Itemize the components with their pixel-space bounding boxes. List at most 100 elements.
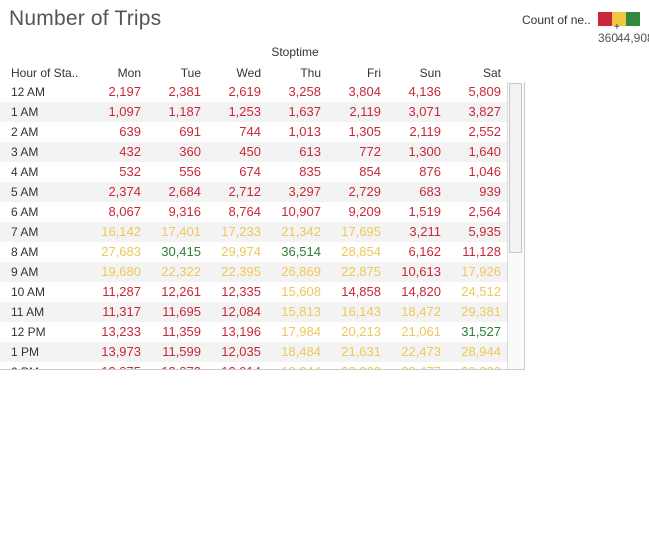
table-cell[interactable]: 10,613 bbox=[381, 264, 441, 279]
table-cell[interactable]: 28,944 bbox=[441, 344, 501, 359]
table-cell[interactable]: 20,213 bbox=[321, 324, 381, 339]
table-cell[interactable]: 556 bbox=[141, 164, 201, 179]
row-hour-label[interactable]: 1 AM bbox=[11, 105, 38, 119]
table-cell[interactable]: 5,809 bbox=[441, 84, 501, 99]
table-cell[interactable]: 1,305 bbox=[321, 124, 381, 139]
row-hour-label[interactable]: 8 AM bbox=[11, 245, 38, 259]
table-cell[interactable]: 10,907 bbox=[261, 204, 321, 219]
table-cell[interactable]: 2,564 bbox=[441, 204, 501, 219]
table-cell[interactable]: 29,820 bbox=[441, 364, 501, 369]
table-cell[interactable]: 1,187 bbox=[141, 104, 201, 119]
legend-title[interactable]: Count of ne.. bbox=[522, 13, 591, 27]
table-cell[interactable]: 3,827 bbox=[441, 104, 501, 119]
table-cell[interactable]: 22,395 bbox=[201, 264, 261, 279]
row-hour-label[interactable]: 9 AM bbox=[11, 265, 38, 279]
table-cell[interactable]: 772 bbox=[321, 144, 381, 159]
table-cell[interactable]: 2,712 bbox=[201, 184, 261, 199]
table-cell[interactable]: 8,764 bbox=[201, 204, 261, 219]
table-cell[interactable]: 1,013 bbox=[261, 124, 321, 139]
table-cell[interactable]: 23,302 bbox=[321, 364, 381, 369]
table-cell[interactable]: 22,875 bbox=[321, 264, 381, 279]
table-cell[interactable]: 1,640 bbox=[441, 144, 501, 159]
table-cell[interactable]: 2,552 bbox=[441, 124, 501, 139]
table-cell[interactable]: 12,872 bbox=[141, 364, 201, 369]
table-cell[interactable]: 29,381 bbox=[441, 304, 501, 319]
table-cell[interactable]: 15,608 bbox=[261, 284, 321, 299]
table-cell[interactable]: 1,097 bbox=[81, 104, 141, 119]
table-cell[interactable]: 36,514 bbox=[261, 244, 321, 259]
table-cell[interactable]: 450 bbox=[201, 144, 261, 159]
column-group-header[interactable]: Stoptime bbox=[249, 45, 341, 59]
column-header-sun[interactable]: Sun bbox=[381, 66, 441, 80]
row-hour-label[interactable]: 5 AM bbox=[11, 185, 38, 199]
table-cell[interactable]: 2,197 bbox=[81, 84, 141, 99]
table-cell[interactable]: 835 bbox=[261, 164, 321, 179]
table-cell[interactable]: 23,477 bbox=[381, 364, 441, 369]
column-header-fri[interactable]: Fri bbox=[321, 66, 381, 80]
table-cell[interactable]: 24,512 bbox=[441, 284, 501, 299]
table-cell[interactable]: 19,680 bbox=[81, 264, 141, 279]
table-cell[interactable]: 3,071 bbox=[381, 104, 441, 119]
table-cell[interactable]: 639 bbox=[81, 124, 141, 139]
table-cell[interactable]: 9,209 bbox=[321, 204, 381, 219]
table-cell[interactable]: 2,684 bbox=[141, 184, 201, 199]
table-cell[interactable]: 939 bbox=[441, 184, 501, 199]
table-cell[interactable]: 28,854 bbox=[321, 244, 381, 259]
table-cell[interactable]: 21,061 bbox=[381, 324, 441, 339]
table-cell[interactable]: 11,128 bbox=[441, 244, 501, 259]
table-cell[interactable]: 14,858 bbox=[321, 284, 381, 299]
table-cell[interactable]: 13,875 bbox=[81, 364, 141, 369]
table-cell[interactable]: 1,637 bbox=[261, 104, 321, 119]
table-cell[interactable]: 1,253 bbox=[201, 104, 261, 119]
row-hour-label[interactable]: 6 AM bbox=[11, 205, 38, 219]
table-cell[interactable]: 360 bbox=[141, 144, 201, 159]
table-cell[interactable]: 8,067 bbox=[81, 204, 141, 219]
table-cell[interactable]: 11,359 bbox=[141, 324, 201, 339]
table-cell[interactable]: 3,211 bbox=[381, 224, 441, 239]
row-hour-label[interactable]: 2 AM bbox=[11, 125, 38, 139]
column-header-mon[interactable]: Mon bbox=[81, 66, 141, 80]
table-cell[interactable]: 31,527 bbox=[441, 324, 501, 339]
table-cell[interactable]: 9,316 bbox=[141, 204, 201, 219]
table-cell[interactable]: 26,869 bbox=[261, 264, 321, 279]
table-cell[interactable]: 3,297 bbox=[261, 184, 321, 199]
table-cell[interactable]: 3,804 bbox=[321, 84, 381, 99]
table-cell[interactable]: 17,401 bbox=[141, 224, 201, 239]
table-cell[interactable]: 432 bbox=[81, 144, 141, 159]
table-cell[interactable]: 2,381 bbox=[141, 84, 201, 99]
table-cell[interactable]: 2,374 bbox=[81, 184, 141, 199]
table-cell[interactable]: 30,415 bbox=[141, 244, 201, 259]
row-hour-label[interactable]: 12 AM bbox=[11, 85, 45, 99]
column-header-wed[interactable]: Wed bbox=[201, 66, 261, 80]
table-cell[interactable]: 17,926 bbox=[441, 264, 501, 279]
table-cell[interactable]: 16,142 bbox=[81, 224, 141, 239]
table-cell[interactable]: 12,914 bbox=[201, 364, 261, 369]
table-cell[interactable]: 18,484 bbox=[261, 344, 321, 359]
table-cell[interactable]: 13,196 bbox=[201, 324, 261, 339]
row-hour-label[interactable]: 3 AM bbox=[11, 145, 38, 159]
column-header-thu[interactable]: Thu bbox=[261, 66, 321, 80]
scrollbar-thumb[interactable] bbox=[509, 83, 522, 253]
table-cell[interactable]: 5,935 bbox=[441, 224, 501, 239]
table-cell[interactable]: 1,300 bbox=[381, 144, 441, 159]
table-cell[interactable]: 6,162 bbox=[381, 244, 441, 259]
table-cell[interactable]: 744 bbox=[201, 124, 261, 139]
table-cell[interactable]: 3,258 bbox=[261, 84, 321, 99]
table-cell[interactable]: 17,695 bbox=[321, 224, 381, 239]
row-hour-label[interactable]: 4 AM bbox=[11, 165, 38, 179]
table-cell[interactable]: 2,119 bbox=[321, 104, 381, 119]
row-hour-label[interactable]: 10 AM bbox=[11, 285, 45, 299]
row-header-label[interactable]: Hour of Sta.. bbox=[11, 66, 86, 80]
table-cell[interactable]: 16,143 bbox=[321, 304, 381, 319]
table-cell[interactable]: 11,287 bbox=[81, 284, 141, 299]
table-cell[interactable]: 17,233 bbox=[201, 224, 261, 239]
row-hour-label[interactable]: 12 PM bbox=[11, 325, 46, 339]
table-cell[interactable]: 2,119 bbox=[381, 124, 441, 139]
table-cell[interactable]: 29,974 bbox=[201, 244, 261, 259]
table-cell[interactable]: 1,046 bbox=[441, 164, 501, 179]
table-cell[interactable]: 27,683 bbox=[81, 244, 141, 259]
table-cell[interactable]: 1,519 bbox=[381, 204, 441, 219]
table-cell[interactable]: 11,599 bbox=[141, 344, 201, 359]
vertical-scrollbar[interactable] bbox=[507, 82, 524, 369]
table-cell[interactable]: 12,261 bbox=[141, 284, 201, 299]
